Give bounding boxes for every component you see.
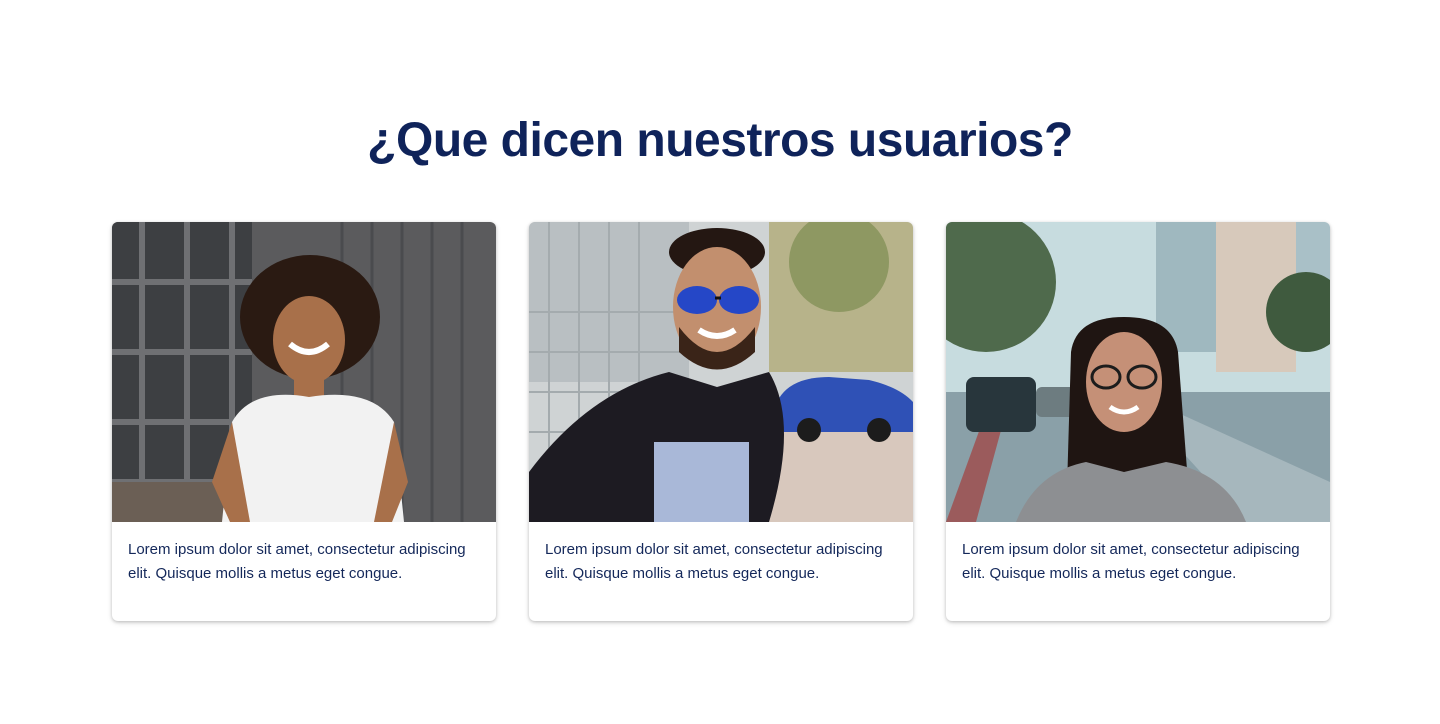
testimonial-photo: [529, 222, 913, 522]
testimonial-cards: Lorem ipsum dolor sit amet, consectetur …: [112, 222, 1330, 621]
testimonial-text: Lorem ipsum dolor sit amet, consectetur …: [545, 541, 883, 582]
testimonial-text: Lorem ipsum dolor sit amet, consectetur …: [962, 541, 1300, 582]
section-title: ¿Que dicen nuestros usuarios?: [367, 114, 1073, 167]
testimonial-card: Lorem ipsum dolor sit amet, consectetur …: [529, 222, 913, 621]
testimonial-photo: [946, 222, 1330, 522]
testimonials-section: ¿Que dicen nuestros usuarios? Lorem ipsu…: [0, 0, 1440, 724]
testimonial-card: Lorem ipsum dolor sit amet, consectetur …: [946, 222, 1330, 621]
testimonial-photo: [112, 222, 496, 522]
testimonial-text: Lorem ipsum dolor sit amet, consectetur …: [128, 541, 466, 582]
testimonial-card: Lorem ipsum dolor sit amet, consectetur …: [112, 222, 496, 621]
